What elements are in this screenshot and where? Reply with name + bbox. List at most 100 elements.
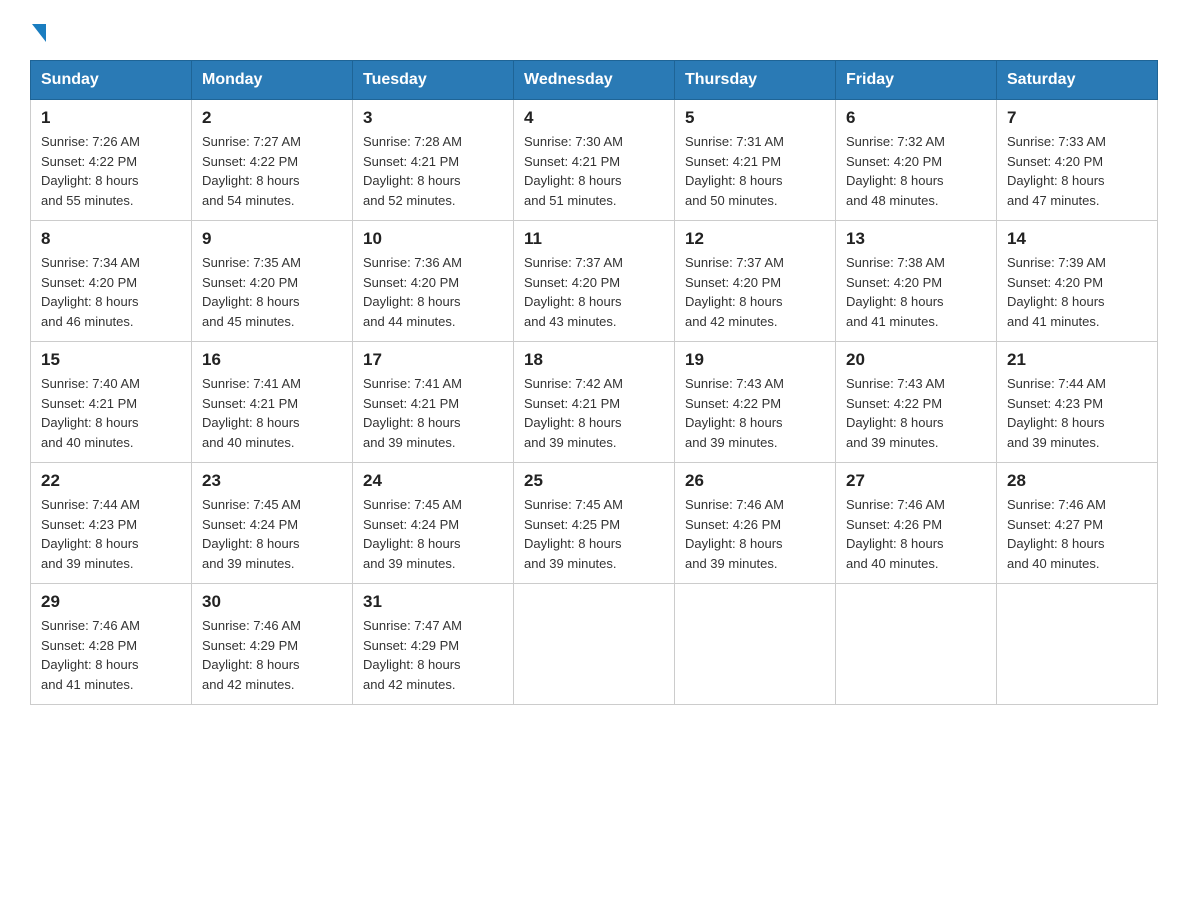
day-info: Sunrise: 7:27 AM Sunset: 4:22 PM Dayligh… [202,132,342,210]
calendar-body: 1 Sunrise: 7:26 AM Sunset: 4:22 PM Dayli… [31,100,1158,705]
day-info: Sunrise: 7:40 AM Sunset: 4:21 PM Dayligh… [41,374,181,452]
calendar-day-cell: 8 Sunrise: 7:34 AM Sunset: 4:20 PM Dayli… [31,221,192,342]
logo [30,24,46,42]
day-number: 19 [685,350,825,370]
day-number: 26 [685,471,825,491]
calendar-day-cell: 25 Sunrise: 7:45 AM Sunset: 4:25 PM Dayl… [514,463,675,584]
calendar-day-cell: 19 Sunrise: 7:43 AM Sunset: 4:22 PM Dayl… [675,342,836,463]
calendar-day-cell: 31 Sunrise: 7:47 AM Sunset: 4:29 PM Dayl… [353,584,514,705]
day-info: Sunrise: 7:36 AM Sunset: 4:20 PM Dayligh… [363,253,503,331]
calendar-day-cell: 11 Sunrise: 7:37 AM Sunset: 4:20 PM Dayl… [514,221,675,342]
day-number: 10 [363,229,503,249]
day-info: Sunrise: 7:28 AM Sunset: 4:21 PM Dayligh… [363,132,503,210]
day-info: Sunrise: 7:37 AM Sunset: 4:20 PM Dayligh… [685,253,825,331]
day-number: 20 [846,350,986,370]
day-info: Sunrise: 7:47 AM Sunset: 4:29 PM Dayligh… [363,616,503,694]
day-info: Sunrise: 7:31 AM Sunset: 4:21 PM Dayligh… [685,132,825,210]
day-info: Sunrise: 7:45 AM Sunset: 4:25 PM Dayligh… [524,495,664,573]
day-info: Sunrise: 7:45 AM Sunset: 4:24 PM Dayligh… [202,495,342,573]
calendar-header: SundayMondayTuesdayWednesdayThursdayFrid… [31,61,1158,100]
day-number: 14 [1007,229,1147,249]
day-number: 11 [524,229,664,249]
day-info: Sunrise: 7:39 AM Sunset: 4:20 PM Dayligh… [1007,253,1147,331]
day-number: 28 [1007,471,1147,491]
day-number: 23 [202,471,342,491]
day-number: 30 [202,592,342,612]
calendar-week-row: 8 Sunrise: 7:34 AM Sunset: 4:20 PM Dayli… [31,221,1158,342]
day-number: 18 [524,350,664,370]
day-number: 5 [685,108,825,128]
calendar-day-cell [836,584,997,705]
page-header [30,24,1158,42]
day-info: Sunrise: 7:41 AM Sunset: 4:21 PM Dayligh… [202,374,342,452]
day-info: Sunrise: 7:30 AM Sunset: 4:21 PM Dayligh… [524,132,664,210]
day-info: Sunrise: 7:37 AM Sunset: 4:20 PM Dayligh… [524,253,664,331]
logo-arrow-icon [32,24,46,42]
calendar-week-row: 1 Sunrise: 7:26 AM Sunset: 4:22 PM Dayli… [31,100,1158,221]
logo-general-text [30,24,46,42]
day-number: 8 [41,229,181,249]
day-info: Sunrise: 7:46 AM Sunset: 4:26 PM Dayligh… [846,495,986,573]
day-info: Sunrise: 7:34 AM Sunset: 4:20 PM Dayligh… [41,253,181,331]
day-info: Sunrise: 7:44 AM Sunset: 4:23 PM Dayligh… [1007,374,1147,452]
calendar-day-cell: 27 Sunrise: 7:46 AM Sunset: 4:26 PM Dayl… [836,463,997,584]
calendar-day-cell: 12 Sunrise: 7:37 AM Sunset: 4:20 PM Dayl… [675,221,836,342]
day-number: 4 [524,108,664,128]
day-number: 13 [846,229,986,249]
calendar-day-cell: 14 Sunrise: 7:39 AM Sunset: 4:20 PM Dayl… [997,221,1158,342]
day-info: Sunrise: 7:35 AM Sunset: 4:20 PM Dayligh… [202,253,342,331]
calendar-week-row: 15 Sunrise: 7:40 AM Sunset: 4:21 PM Dayl… [31,342,1158,463]
day-number: 24 [363,471,503,491]
day-number: 25 [524,471,664,491]
day-number: 1 [41,108,181,128]
calendar-day-cell: 23 Sunrise: 7:45 AM Sunset: 4:24 PM Dayl… [192,463,353,584]
calendar-day-cell [997,584,1158,705]
calendar-day-cell: 18 Sunrise: 7:42 AM Sunset: 4:21 PM Dayl… [514,342,675,463]
day-info: Sunrise: 7:46 AM Sunset: 4:26 PM Dayligh… [685,495,825,573]
calendar-day-cell: 17 Sunrise: 7:41 AM Sunset: 4:21 PM Dayl… [353,342,514,463]
day-number: 15 [41,350,181,370]
day-number: 7 [1007,108,1147,128]
day-of-week-header: Saturday [997,61,1158,100]
day-number: 31 [363,592,503,612]
day-of-week-header: Sunday [31,61,192,100]
day-of-week-header: Friday [836,61,997,100]
calendar-day-cell: 15 Sunrise: 7:40 AM Sunset: 4:21 PM Dayl… [31,342,192,463]
day-info: Sunrise: 7:38 AM Sunset: 4:20 PM Dayligh… [846,253,986,331]
day-info: Sunrise: 7:46 AM Sunset: 4:27 PM Dayligh… [1007,495,1147,573]
calendar-day-cell: 4 Sunrise: 7:30 AM Sunset: 4:21 PM Dayli… [514,100,675,221]
calendar-day-cell: 5 Sunrise: 7:31 AM Sunset: 4:21 PM Dayli… [675,100,836,221]
day-number: 16 [202,350,342,370]
day-of-week-header: Monday [192,61,353,100]
calendar-day-cell: 30 Sunrise: 7:46 AM Sunset: 4:29 PM Dayl… [192,584,353,705]
calendar-week-row: 29 Sunrise: 7:46 AM Sunset: 4:28 PM Dayl… [31,584,1158,705]
calendar-day-cell: 7 Sunrise: 7:33 AM Sunset: 4:20 PM Dayli… [997,100,1158,221]
calendar-day-cell: 29 Sunrise: 7:46 AM Sunset: 4:28 PM Dayl… [31,584,192,705]
day-number: 21 [1007,350,1147,370]
day-info: Sunrise: 7:45 AM Sunset: 4:24 PM Dayligh… [363,495,503,573]
day-number: 29 [41,592,181,612]
calendar-day-cell: 16 Sunrise: 7:41 AM Sunset: 4:21 PM Dayl… [192,342,353,463]
calendar-day-cell: 1 Sunrise: 7:26 AM Sunset: 4:22 PM Dayli… [31,100,192,221]
day-number: 2 [202,108,342,128]
calendar-day-cell: 22 Sunrise: 7:44 AM Sunset: 4:23 PM Dayl… [31,463,192,584]
day-info: Sunrise: 7:46 AM Sunset: 4:29 PM Dayligh… [202,616,342,694]
day-info: Sunrise: 7:41 AM Sunset: 4:21 PM Dayligh… [363,374,503,452]
calendar-day-cell [675,584,836,705]
calendar-day-cell: 28 Sunrise: 7:46 AM Sunset: 4:27 PM Dayl… [997,463,1158,584]
day-info: Sunrise: 7:46 AM Sunset: 4:28 PM Dayligh… [41,616,181,694]
day-number: 27 [846,471,986,491]
day-info: Sunrise: 7:26 AM Sunset: 4:22 PM Dayligh… [41,132,181,210]
calendar-day-cell: 20 Sunrise: 7:43 AM Sunset: 4:22 PM Dayl… [836,342,997,463]
calendar-day-cell: 13 Sunrise: 7:38 AM Sunset: 4:20 PM Dayl… [836,221,997,342]
calendar-day-cell: 24 Sunrise: 7:45 AM Sunset: 4:24 PM Dayl… [353,463,514,584]
day-number: 17 [363,350,503,370]
days-of-week-row: SundayMondayTuesdayWednesdayThursdayFrid… [31,61,1158,100]
day-of-week-header: Wednesday [514,61,675,100]
day-info: Sunrise: 7:43 AM Sunset: 4:22 PM Dayligh… [846,374,986,452]
calendar-day-cell: 10 Sunrise: 7:36 AM Sunset: 4:20 PM Dayl… [353,221,514,342]
day-number: 12 [685,229,825,249]
day-info: Sunrise: 7:44 AM Sunset: 4:23 PM Dayligh… [41,495,181,573]
day-info: Sunrise: 7:43 AM Sunset: 4:22 PM Dayligh… [685,374,825,452]
day-number: 6 [846,108,986,128]
